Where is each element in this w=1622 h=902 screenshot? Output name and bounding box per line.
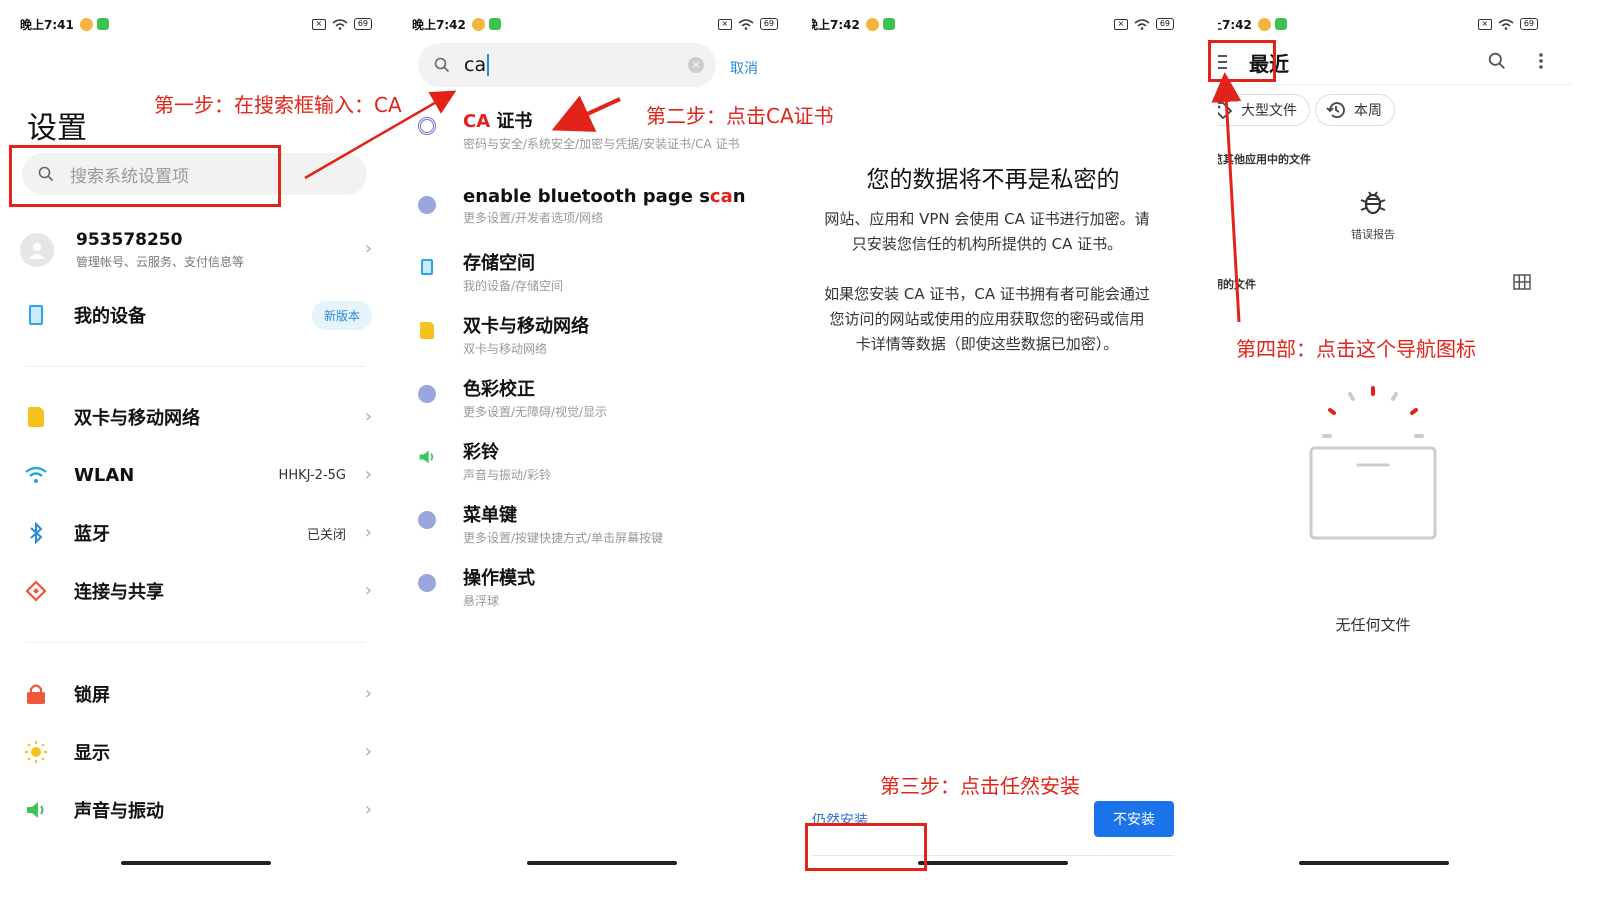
highlight-nav-menu — [1208, 40, 1276, 82]
highlight-install-anyway — [805, 823, 927, 871]
arrow-step4 — [1211, 72, 1242, 323]
annotation-step1: 第一步：在搜索框输入：CA — [154, 93, 402, 117]
annotation-step3: 第三步：点击任然安装 — [880, 774, 1080, 798]
highlight-search-box — [9, 145, 281, 207]
annotation-arrows — [304, 72, 1242, 323]
arrow-step2 — [551, 95, 621, 132]
annotation-step4: 第四部：点击这个导航图标 — [1236, 337, 1476, 361]
annotation-step2: 第二步：点击CA证书 — [646, 104, 834, 128]
